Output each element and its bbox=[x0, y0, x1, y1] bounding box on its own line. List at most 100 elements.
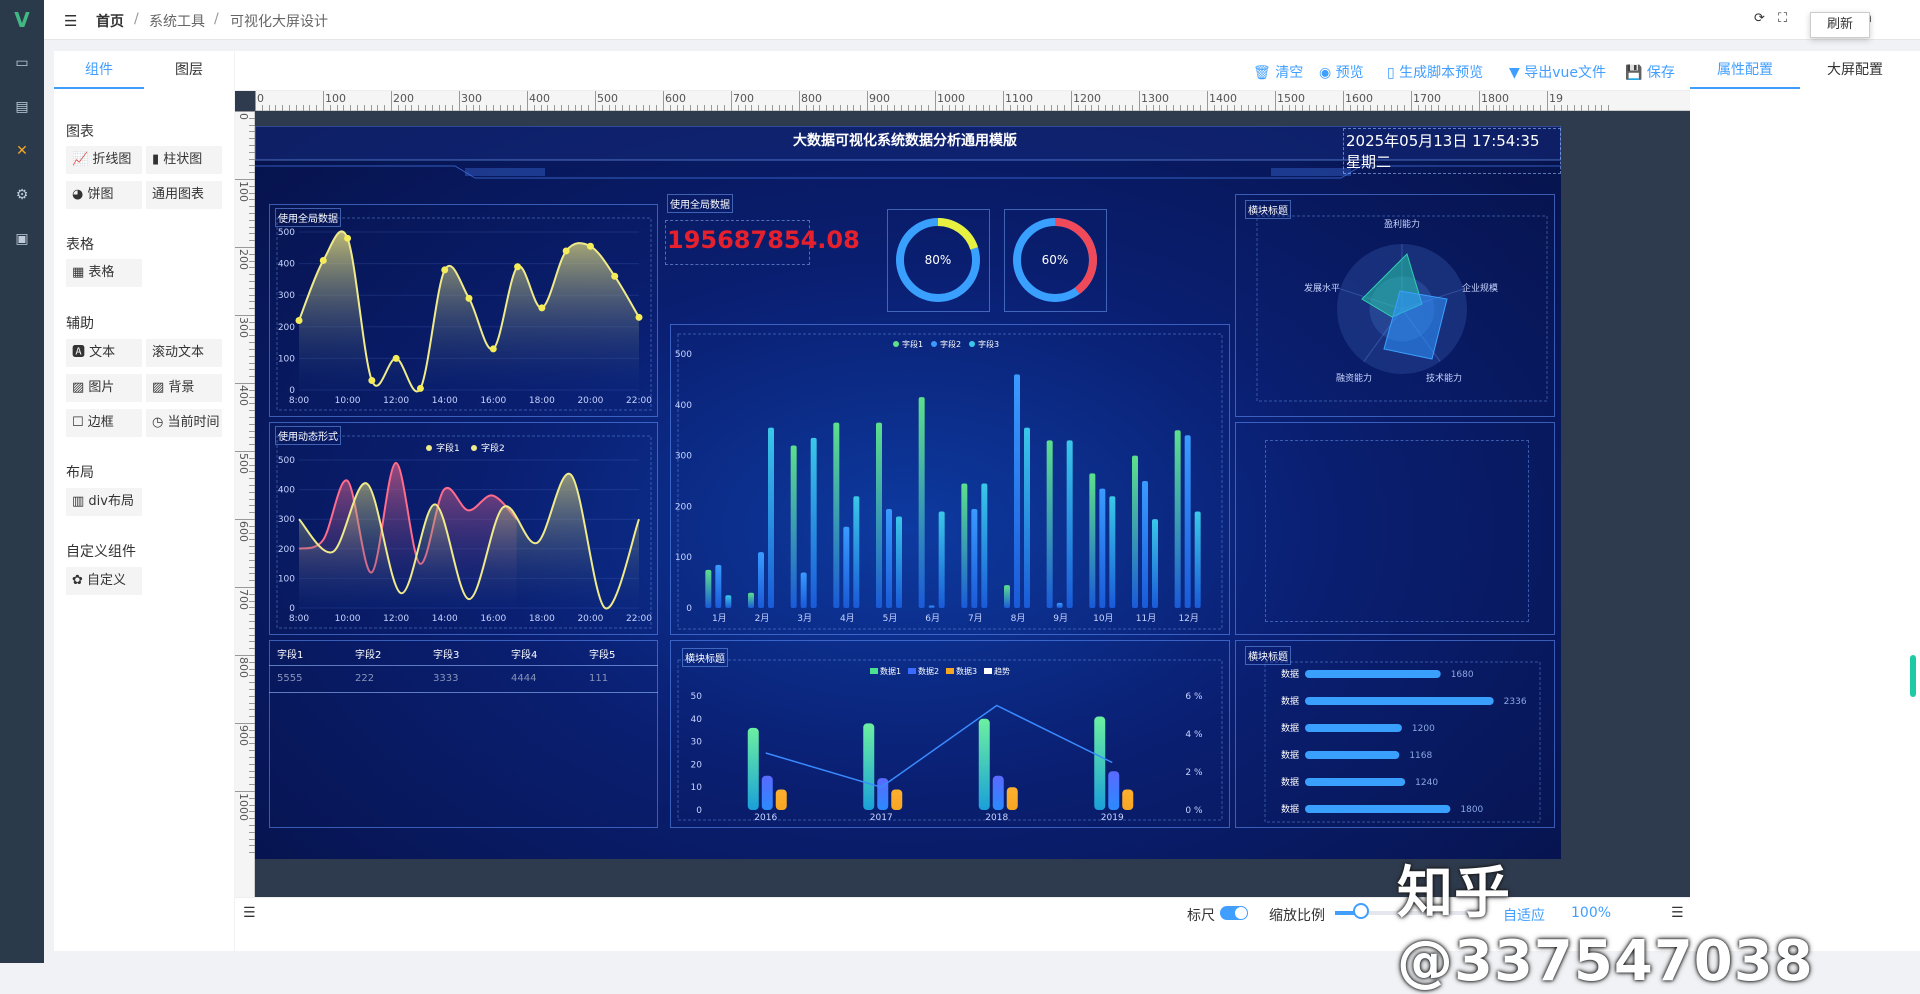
scale-slider-handle[interactable] bbox=[1353, 903, 1369, 919]
ruler-h-tick bbox=[731, 91, 732, 111]
screen-datetime[interactable]: 2025年05月13日 17:54:35 星期二 bbox=[1343, 128, 1561, 174]
item-current-time[interactable]: ◷ 当前时间 bbox=[146, 409, 222, 437]
hbar bbox=[1305, 751, 1400, 759]
ruler-h-tick bbox=[683, 105, 685, 111]
refresh-icon[interactable]: ⟳ bbox=[1754, 11, 1765, 26]
horizontal-bar-chart[interactable]: 数据 1680 数据 2336 数据 1200 数据 1168 数据 1240 数据 1800 bbox=[1235, 640, 1555, 828]
radar-chart[interactable]: 盈利能力企业规模技术能力 融资能力 发展水平 bbox=[1235, 194, 1555, 417]
document-icon[interactable]: ▤ bbox=[11, 96, 33, 118]
ruler-h-tick bbox=[1322, 105, 1324, 111]
ruler-h-tick bbox=[1499, 105, 1501, 111]
bar bbox=[1108, 771, 1120, 810]
ruler-h-tick bbox=[724, 105, 726, 111]
scroll-handle[interactable] bbox=[1910, 655, 1916, 697]
dashboard-screen[interactable]: 大数据可视化系统数据分析通用模版 2025年05月13日 17:54:35 星期… bbox=[255, 126, 1561, 859]
ruler-h-label: 600 bbox=[665, 92, 686, 105]
breadcrumb-tools[interactable]: 系统工具 bbox=[149, 11, 205, 31]
ruler-v-tick bbox=[235, 111, 255, 112]
data-point bbox=[392, 354, 400, 362]
horizontal-ruler[interactable]: 0 100 200 300 400 500 600 700 800 900 1000 1100 1200… bbox=[255, 91, 1690, 111]
item-line-chart[interactable]: 📈 折线图 bbox=[66, 146, 142, 174]
item-background[interactable]: ▨ 背景 bbox=[146, 374, 222, 402]
vertical-ruler[interactable]: 0 100 200 300 400 500 600 700 800 900 1000 bbox=[235, 111, 255, 897]
empty-inner-frame bbox=[1265, 440, 1529, 622]
preview-button[interactable]: ◉ 预览 bbox=[1319, 62, 1364, 82]
ruler-h-tick bbox=[1193, 105, 1195, 111]
x-tick-label: 2018 bbox=[985, 813, 1008, 823]
monthly-bar-chart[interactable]: 500 400 300 200 100 0 字段1 字段2 字段3 1月 2月 3月 4月 5月 6月 7月 8… bbox=[670, 324, 1230, 635]
bar bbox=[761, 775, 773, 810]
item-pie-chart[interactable]: ◕ 饼图 bbox=[66, 181, 142, 209]
design-canvas: 🗑 清空 ◉ 预览 ▯ 生成脚本预览 ▼ 导出vue文件 💾 保存 0 100 20… bbox=[235, 51, 1690, 951]
tab-layers[interactable]: 图层 bbox=[144, 51, 234, 89]
ruler-toggle[interactable] bbox=[1220, 906, 1248, 920]
ruler-h-tick bbox=[1043, 105, 1045, 111]
y-tick-label: 400 bbox=[278, 486, 295, 496]
table-cell: 4444 bbox=[511, 673, 537, 684]
export-vue-button[interactable]: ▼ 导出vue文件 bbox=[1509, 62, 1606, 82]
ruler-h-tick bbox=[588, 105, 590, 111]
smooth-line-chart[interactable]: 500 400 300 200 100 08:00 10:00 12:00 14:00 16:00… bbox=[269, 204, 658, 417]
fullscreen-icon[interactable]: ⛶ bbox=[1778, 11, 1787, 26]
y-tick-label: 100 bbox=[278, 574, 295, 584]
briefcase-icon[interactable]: ▣ bbox=[11, 228, 33, 250]
radar-indicator-label: 融资能力 bbox=[1336, 372, 1372, 384]
ruler-h-tick bbox=[499, 105, 501, 111]
yearly-bar-line-chart[interactable]: 50 40 30 20 10 0 6 % 4 % 2 % 0 % 数据1 数据2 数据3 趋势 2016 20… bbox=[670, 640, 1230, 828]
item-div-layout[interactable]: ▥ div布局 bbox=[66, 488, 142, 516]
breadcrumb-home[interactable]: 首页 bbox=[96, 11, 124, 31]
ruler-h-tick bbox=[1009, 105, 1011, 111]
x-tick-label: 2017 bbox=[870, 813, 893, 823]
item-scroll-text[interactable]: 滚动文本 bbox=[146, 339, 222, 367]
clear-button[interactable]: 🗑 清空 bbox=[1253, 62, 1303, 82]
item-image[interactable]: ▨ 图片 bbox=[66, 374, 142, 402]
gear-icon[interactable]: ⚙ bbox=[11, 184, 33, 206]
ruler-h-tick bbox=[839, 105, 841, 111]
script-preview-button[interactable]: ▯ 生成脚本预览 bbox=[1387, 62, 1483, 82]
list-icon[interactable]: ☰ bbox=[243, 905, 256, 921]
group-title-layout: 布局 bbox=[66, 465, 94, 481]
screen-title[interactable]: 大数据可视化系统数据分析通用模版 bbox=[595, 130, 1215, 150]
ruler-h-tick bbox=[867, 91, 868, 111]
x-tick-label: 10:00 bbox=[335, 396, 361, 406]
item-general-chart[interactable]: 通用图表 bbox=[146, 181, 222, 209]
ruler-h-tick bbox=[1377, 105, 1378, 111]
y-tick-label: 0 bbox=[686, 604, 692, 614]
ruler-h-tick bbox=[887, 105, 889, 111]
hamburger-icon[interactable]: ☰ bbox=[64, 12, 77, 30]
bar bbox=[748, 592, 754, 608]
tools-icon[interactable]: ✕ bbox=[11, 140, 33, 162]
ruler-h-tick bbox=[1309, 105, 1310, 111]
save-button[interactable]: 💾 保存 bbox=[1625, 62, 1675, 82]
ruler-h-tick bbox=[1431, 105, 1433, 111]
ruler-h-tick bbox=[710, 105, 712, 111]
design-toolbar: 🗑 清空 ◉ 预览 ▯ 生成脚本预览 ▼ 导出vue文件 💾 保存 bbox=[235, 51, 1690, 91]
tab-property-config[interactable]: 属性配置 bbox=[1690, 51, 1800, 89]
scale-label: 缩放比例 bbox=[1269, 908, 1325, 924]
bar-category-label: 数据 bbox=[1281, 749, 1299, 761]
dual-line-chart[interactable]: 500 400 300 200 100 08:00 10:00 12:00 14:00 16:00… bbox=[269, 422, 658, 635]
gauge-ring-2: 60% bbox=[1013, 218, 1097, 302]
item-border[interactable]: ☐ 边框 bbox=[66, 409, 142, 437]
ruler-h-tick bbox=[438, 105, 440, 111]
x-tick-label: 20:00 bbox=[577, 396, 603, 406]
tab-screen-config[interactable]: 大屏配置 bbox=[1800, 51, 1910, 89]
data-point bbox=[611, 272, 619, 280]
item-table[interactable]: ▦ 表格 bbox=[66, 259, 142, 287]
vue-logo-icon[interactable]: V bbox=[10, 8, 34, 32]
item-custom[interactable]: ✿ 自定义 bbox=[66, 567, 142, 595]
table-row[interactable]: 5555 222 3333 4444 111 bbox=[269, 667, 658, 693]
item-text[interactable]: 🅰 文本 bbox=[66, 339, 142, 367]
canvas-stage[interactable]: 0 100 200 300 400 500 600 700 800 900 1000 1100 1200… bbox=[235, 91, 1690, 897]
data-point bbox=[319, 256, 327, 264]
monitor-icon[interactable]: ▭ bbox=[11, 52, 33, 74]
radar-indicator-label: 技术能力 bbox=[1426, 372, 1462, 384]
ruler-h-tick bbox=[472, 105, 474, 111]
bar bbox=[705, 569, 712, 608]
ruler-h-tick bbox=[826, 105, 828, 111]
item-bar-chart[interactable]: ▮ 柱状图 bbox=[146, 146, 222, 174]
ruler-h-tick bbox=[955, 105, 957, 111]
tab-components[interactable]: 组件 bbox=[54, 51, 144, 89]
legend-swatch bbox=[870, 668, 878, 674]
ruler-h-tick bbox=[1091, 105, 1093, 111]
